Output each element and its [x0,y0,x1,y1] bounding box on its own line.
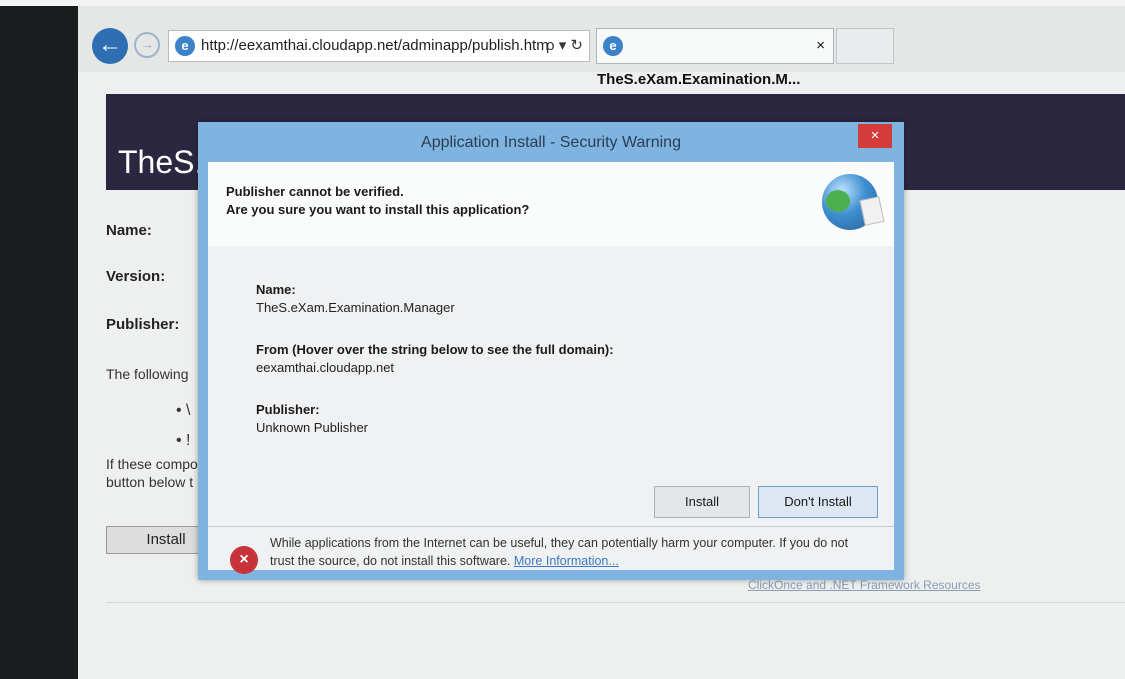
clickonce-globe-icon [822,174,885,230]
browser-toolbar: ← → e http://eexamthai.cloudapp.net/admi… [78,6,1125,88]
globe-land-shape [826,190,850,212]
back-button[interactable]: ← [92,28,128,64]
search-refresh-icons[interactable]: ρ ▾ ↻ [546,31,583,61]
tab-title: TheS.eXam.Examination.M... [597,71,801,88]
security-warning-dialog: Application Install - Security Warning ×… [198,122,904,580]
dialog-heading-question: Are you sure you want to install this ap… [226,202,530,217]
globe-document-shape [859,196,885,226]
address-bar[interactable]: e http://eexamthai.cloudapp.net/adminapp… [168,30,590,62]
browser-tab[interactable]: e TheS.eXam.Examination.M... × [596,28,834,88]
dialog-header-panel: Publisher cannot be verified. Are you su… [208,162,894,246]
dialog-from-value[interactable]: eexamthai.cloudapp.net [256,360,394,375]
dialog-publisher-label: Publisher: [256,402,320,417]
more-information-link[interactable]: More Information... [514,554,619,568]
screen-bezel [0,0,78,679]
dialog-title: Application Install - Security Warning [421,134,681,151]
new-tab-button[interactable] [836,28,894,64]
ie-tab-icon: e [603,36,623,56]
page-if-these-line2: button below t [106,474,194,490]
page-bullet-2: • ! [176,432,191,449]
dialog-from-label: From (Hover over the string below to see… [256,342,614,357]
page-following-text: The following [106,366,189,382]
page-if-these-line1: If these compo [106,456,198,472]
page-version-label: Version: [106,268,166,285]
address-url: http://eexamthai.cloudapp.net/adminapp/p… [201,37,549,54]
page-publisher-label: Publisher: [106,316,180,333]
dialog-name-label: Name: [256,282,296,297]
dialog-heading-publisher: Publisher cannot be verified. [226,184,404,199]
dialog-close-button[interactable]: × [858,124,892,148]
forward-button[interactable]: → [134,32,160,58]
dialog-publisher-value: Unknown Publisher [256,420,369,435]
page-divider [106,602,1125,603]
install-button[interactable]: Install [654,486,750,518]
page-name-label: Name: [106,222,152,239]
warning-message: While applications from the Internet can… [270,534,870,570]
dialog-name-value: TheS.eXam.Examination.Manager [256,300,455,315]
dialog-separator [208,526,894,527]
tab-close-icon[interactable]: × [816,29,825,63]
dialog-body: Publisher cannot be verified. Are you su… [208,162,894,574]
dont-install-button[interactable]: Don't Install [758,486,878,518]
shield-warning-icon: × [230,546,258,574]
resources-link[interactable]: ClickOnce and .NET Framework Resources [748,578,981,592]
ie-icon: e [175,36,195,56]
page-bullet-1: • \ [176,402,191,419]
